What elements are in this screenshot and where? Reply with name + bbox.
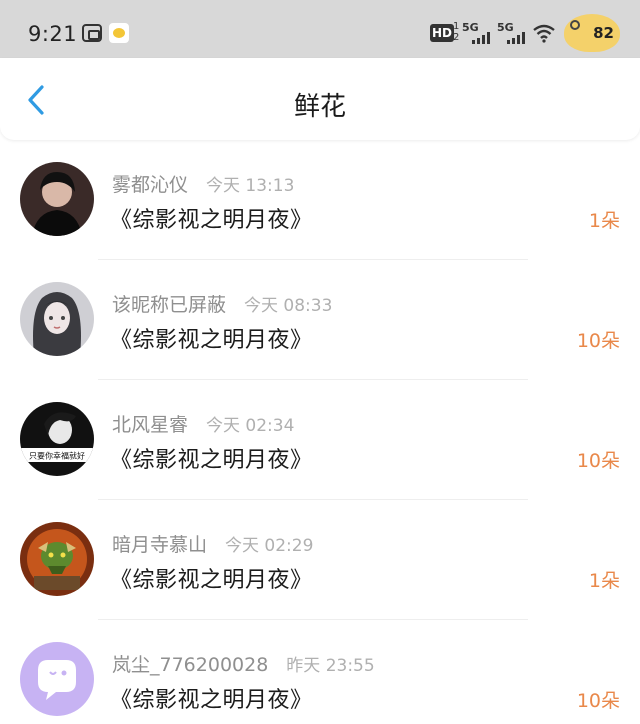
- default-avatar-icon: [20, 642, 94, 716]
- flower-quantity: 1朵: [588, 210, 620, 232]
- app-notification-icon: [82, 24, 102, 42]
- book-title[interactable]: 《综影视之明月夜》: [110, 442, 313, 474]
- sender-name[interactable]: 岚尘_776200028: [112, 654, 268, 676]
- page-title: 鲜花: [293, 92, 346, 122]
- battery-mascot-icon: [570, 20, 580, 30]
- avatar[interactable]: [20, 522, 94, 596]
- record-meta: 暗月寺慕山 今天 02:29: [112, 530, 313, 557]
- battery-level: 82: [593, 24, 614, 42]
- list-item[interactable]: 雾都沁仪 今天 13:13 《综影视之明月夜》 1朵: [0, 140, 640, 260]
- user-avatar-image: [20, 522, 94, 596]
- flower-list: 雾都沁仪 今天 13:13 《综影视之明月夜》 1朵 该昵称已屏蔽 今天 08:33…: [0, 140, 640, 724]
- record-time: 昨天 23:55: [286, 656, 375, 676]
- signal-bars-2-icon: [507, 32, 525, 44]
- sender-name[interactable]: 雾都沁仪: [112, 174, 188, 196]
- book-title[interactable]: 《综影视之明月夜》: [110, 682, 313, 714]
- avatar[interactable]: [20, 642, 94, 716]
- book-title[interactable]: 《综影视之明月夜》: [110, 562, 313, 594]
- sender-name[interactable]: 北风星睿: [112, 414, 188, 436]
- record-time: 今天 08:33: [244, 296, 333, 316]
- record-meta: 雾都沁仪 今天 13:13: [112, 170, 294, 197]
- user-avatar-image: [20, 282, 94, 356]
- record-time: 今天 13:13: [206, 176, 295, 196]
- chick-notification-icon: [109, 23, 129, 43]
- user-avatar-image: 只要你幸福就好: [20, 402, 94, 476]
- record-meta: 岚尘_776200028 昨天 23:55: [112, 650, 375, 677]
- sender-name[interactable]: 该昵称已屏蔽: [112, 294, 226, 316]
- avatar[interactable]: 只要你幸福就好: [20, 402, 94, 476]
- list-item[interactable]: 该昵称已屏蔽 今天 08:33 《综影视之明月夜》 10朵: [0, 260, 640, 380]
- avatar[interactable]: [20, 162, 94, 236]
- record-meta: 该昵称已屏蔽 今天 08:33: [112, 290, 332, 317]
- flower-quantity: 10朵: [576, 330, 620, 352]
- status-time: 9:21: [28, 22, 78, 46]
- hd-sim-indicator: 12: [453, 21, 460, 43]
- sender-name[interactable]: 暗月寺慕山: [112, 534, 207, 556]
- avatar[interactable]: [20, 282, 94, 356]
- status-bar: 9:21 HD 12 5G 5G 82: [0, 0, 640, 58]
- user-avatar-image: [20, 162, 94, 236]
- battery-indicator: 82: [564, 14, 620, 52]
- flower-quantity: 10朵: [576, 690, 620, 712]
- record-meta: 北风星睿 今天 02:34: [112, 410, 294, 437]
- book-title[interactable]: 《综影视之明月夜》: [110, 202, 313, 234]
- signal-bars-1-icon: [472, 32, 490, 44]
- list-item[interactable]: 暗月寺慕山 今天 02:29 《综影视之明月夜》 1朵: [0, 500, 640, 620]
- hd-voice-icon: HD: [430, 24, 455, 42]
- nav-bar: 鲜花: [0, 58, 640, 140]
- list-item[interactable]: 只要你幸福就好 北风星睿 今天 02:34 《综影视之明月夜》 10朵: [0, 380, 640, 500]
- wifi-icon: [533, 24, 555, 43]
- avatar-caption: 只要你幸福就好: [29, 451, 85, 461]
- flower-quantity: 10朵: [576, 450, 620, 472]
- book-title[interactable]: 《综影视之明月夜》: [110, 322, 313, 354]
- record-time: 今天 02:34: [206, 416, 295, 436]
- list-item[interactable]: 岚尘_776200028 昨天 23:55 《综影视之明月夜》 10朵: [0, 620, 640, 724]
- record-time: 今天 02:29: [225, 536, 314, 556]
- flower-quantity: 1朵: [588, 570, 620, 592]
